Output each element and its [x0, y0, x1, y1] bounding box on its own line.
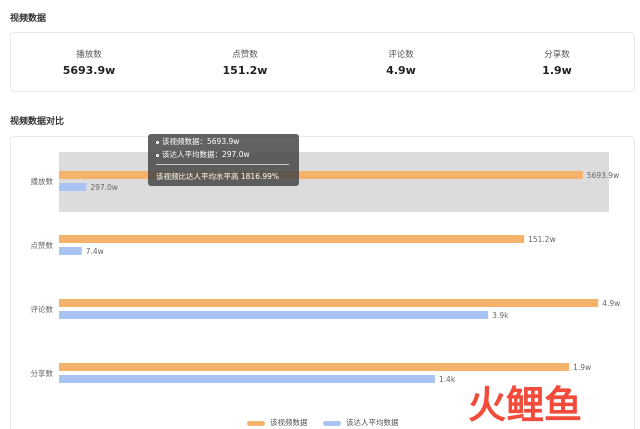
tooltip-summary: 该视频比达人平均水平高 1816.99%	[156, 172, 280, 181]
stat-value: 4.9w	[386, 64, 416, 77]
legend-swatch	[247, 420, 265, 426]
highlight-band	[59, 152, 609, 212]
stat-label: 播放数	[76, 50, 102, 60]
bar-value-label: 7.4w	[86, 247, 104, 256]
category-label: 分享数	[31, 368, 54, 378]
tooltip-divider	[156, 164, 289, 165]
bar-video	[59, 299, 599, 307]
category-label: 评论数	[31, 304, 54, 314]
bar-value-label: 4.9w	[602, 299, 620, 308]
video-stats-card: 播放数 5693.9w 点赞数 151.2w 评论数 4.9w 分享数 1.9w	[10, 32, 635, 92]
category-label: 播放数	[31, 176, 54, 186]
watermark-logo: 火鲤鱼	[468, 383, 582, 426]
bar-average	[59, 183, 87, 191]
bar-value-label: 297.0w	[90, 183, 118, 192]
bar-value-label: 1.4k	[439, 375, 456, 384]
stat-label: 点赞数	[232, 50, 258, 60]
bar-value-label: 5693.9w	[587, 171, 619, 180]
stat-label: 评论数	[388, 50, 414, 60]
legend-item-video[interactable]: 该视频数据	[247, 417, 308, 428]
bar-average	[59, 247, 82, 255]
stat-value: 5693.9w	[62, 64, 116, 77]
chart-tooltip: 该视频数据：5693.9w 该达人平均数据：297.0w 该视频比达人平均水平高…	[148, 134, 299, 186]
stat-comments: 评论数 4.9w	[323, 33, 479, 93]
legend-swatch	[323, 420, 341, 426]
tooltip-line-video: 该视频数据：5693.9w	[156, 136, 239, 147]
category-label: 点赞数	[31, 240, 54, 250]
bullet-icon	[156, 153, 159, 157]
bar-video	[59, 235, 525, 243]
bullet-icon	[156, 140, 159, 144]
bar-average	[59, 375, 435, 383]
legend-item-average[interactable]: 该达人平均数据	[323, 417, 399, 428]
bar-value-label: 1.9w	[573, 363, 591, 372]
stat-shares: 分享数 1.9w	[479, 33, 635, 93]
bar-video	[59, 171, 583, 179]
comparison-title: 视频数据对比	[10, 117, 65, 127]
stat-plays: 播放数 5693.9w	[11, 33, 167, 93]
video-data-title: 视频数据	[10, 14, 47, 24]
stat-value: 1.9w	[542, 64, 572, 77]
tooltip-line-average: 该达人平均数据：297.0w	[156, 149, 250, 160]
bar-value-label: 151.2w	[528, 235, 556, 244]
stat-value: 151.2w	[222, 64, 268, 77]
stat-likes: 点赞数 151.2w	[167, 33, 323, 93]
bar-video	[59, 363, 570, 371]
bar-average	[59, 311, 489, 319]
watermark-logo-text: 火鲤鱼	[468, 383, 582, 426]
stat-label: 分享数	[544, 50, 570, 60]
bar-value-label: 3.9k	[492, 311, 509, 320]
